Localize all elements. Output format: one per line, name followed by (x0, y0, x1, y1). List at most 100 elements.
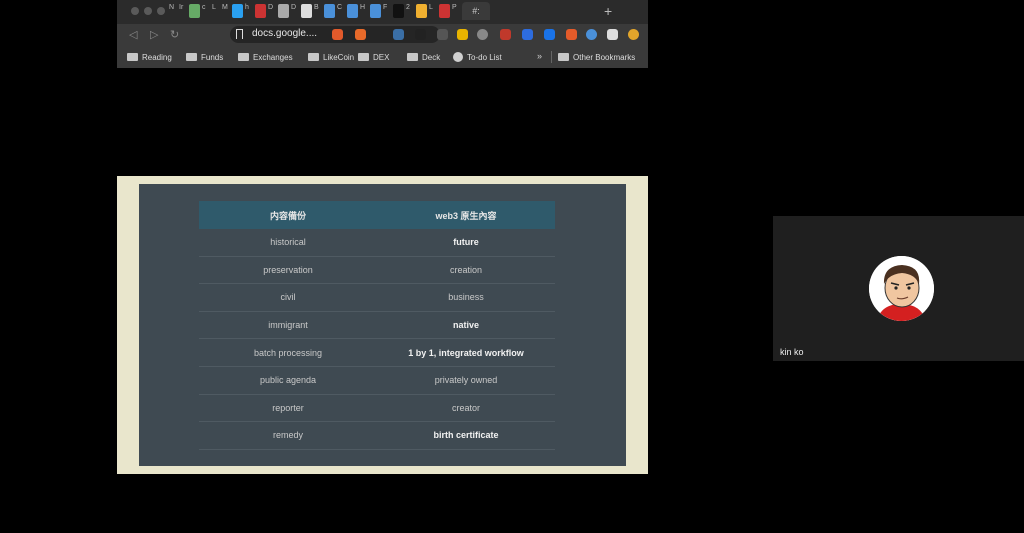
browser-tab[interactable] (416, 4, 427, 18)
browser-tab[interactable]: C (337, 4, 345, 18)
cell-backup: batch processing (253, 347, 323, 358)
bookmark-deck[interactable]: Deck (407, 51, 440, 63)
close-window-button[interactable] (131, 7, 139, 15)
browser-tab[interactable]: B (314, 4, 322, 18)
browser-tab[interactable]: F (383, 4, 391, 18)
browser-tab[interactable]: M (222, 4, 230, 18)
cartoon-face-icon (869, 256, 934, 321)
cell-backup: reporter (272, 402, 304, 413)
extension-icon[interactable] (500, 29, 511, 40)
browser-tab[interactable] (370, 4, 381, 18)
profile-icon[interactable] (628, 29, 639, 40)
folder-icon (127, 53, 138, 61)
extension-icon[interactable] (544, 29, 555, 40)
browser-tab[interactable]: H (360, 4, 368, 18)
table-row: public agenda privately owned (199, 367, 555, 395)
browser-tab[interactable]: P (452, 4, 460, 18)
bookmark-label: Funds (201, 52, 224, 62)
browser-tab[interactable] (393, 4, 404, 18)
cell-web3-native: native (452, 320, 479, 331)
browser-tab[interactable]: L (212, 4, 220, 18)
browser-tab[interactable]: c (202, 4, 210, 18)
browser-toolbar: ◁ ▷ ↻ docs.google.... (117, 24, 648, 45)
cell-backup: historical (270, 237, 306, 248)
cell-web3-native: creation (449, 264, 483, 275)
participant-name: kin ko (780, 347, 804, 357)
extension-icon[interactable] (457, 29, 468, 40)
browser-tab[interactable] (189, 4, 200, 18)
back-icon[interactable]: ◁ (129, 28, 137, 41)
bookmark-label: Exchanges (253, 52, 293, 62)
bookmark-exchanges[interactable]: Exchanges (238, 51, 293, 63)
cell-web3-native: creator (451, 402, 480, 413)
browser-tab[interactable]: 2 (406, 4, 414, 18)
extension-icon[interactable] (437, 29, 448, 40)
browser-tab[interactable] (347, 4, 358, 18)
cell-web3-native: future (453, 237, 479, 248)
extension-icon[interactable] (566, 29, 577, 40)
maximize-window-button[interactable] (157, 7, 165, 15)
minimize-window-button[interactable] (144, 7, 152, 15)
extension-icon[interactable] (586, 29, 597, 40)
other-bookmarks-button[interactable]: Other Bookmarks (558, 51, 635, 63)
header-web3-native-content: web3 原生內容 (435, 210, 497, 221)
cell-web3-native: privately owned (434, 375, 498, 386)
tab-strip: N Ir c L Mh D D B C H F 2 L P #: + (117, 0, 648, 24)
browser-tab[interactable] (301, 4, 312, 18)
bookmark-likecoin[interactable]: LikeCoin (308, 51, 354, 63)
extension-icon[interactable] (477, 29, 488, 40)
browser-window: N Ir c L Mh D D B C H F 2 L P #: + ◁ ▷ ↻ docs.google..… (117, 0, 648, 68)
browser-tab[interactable] (278, 4, 289, 18)
browser-tab[interactable]: L (429, 4, 437, 18)
folder-icon (308, 53, 319, 61)
table-row: immigrant native (199, 312, 555, 340)
browser-tab[interactable] (324, 4, 335, 18)
bookmark-label: LikeCoin (323, 52, 355, 62)
brave-rewards-icon[interactable] (355, 29, 366, 40)
table-header: 内容備份 web3 原生內容 (199, 201, 555, 229)
bookmark-dex[interactable]: DEX (358, 51, 389, 63)
participant-tile[interactable]: kin ko (773, 216, 1024, 361)
brave-shield-icon[interactable] (332, 29, 343, 40)
other-bookmarks-label: Other Bookmarks (573, 52, 636, 62)
shared-screen: N Ir c L Mh D D B C H F 2 L P #: + ◁ ▷ ↻ docs.google..… (117, 0, 648, 533)
forward-icon[interactable]: ▷ (150, 28, 158, 41)
folder-icon (558, 53, 569, 61)
bookmark-funds[interactable]: Funds (186, 51, 223, 63)
bookmarks-overflow-button[interactable]: » (537, 51, 542, 61)
cell-web3-native: business (448, 292, 484, 303)
bookmark-label: Reading (142, 52, 172, 62)
browser-tab[interactable] (439, 4, 450, 18)
bookmark-reading[interactable]: Reading (127, 51, 172, 63)
tab-list: N Ir c L Mh D D B C H F 2 L P #: (169, 2, 490, 20)
header-backup-content: 内容備份 (269, 210, 306, 221)
browser-tab[interactable]: #: (462, 2, 490, 20)
puzzle-icon[interactable] (607, 29, 618, 40)
folder-icon (407, 53, 418, 61)
folder-icon (186, 53, 197, 61)
avatar (869, 256, 934, 321)
browser-tab[interactable] (232, 4, 243, 18)
bookmark-to-do-list[interactable]: To-do List (453, 51, 502, 63)
url-text: docs.google.... (252, 28, 318, 39)
bookmark-label: DEX (373, 52, 390, 62)
cell-backup: immigrant (268, 320, 308, 331)
folder-icon (358, 53, 369, 61)
folder-icon (238, 53, 249, 61)
cell-web3-native: birth certificate (433, 430, 499, 441)
browser-tab[interactable]: N (169, 4, 177, 18)
bookmark-icon[interactable] (236, 29, 243, 39)
browser-tab[interactable] (255, 4, 266, 18)
bookmarks-bar: » Other Bookmarks Reading Funds Exchanges L… (117, 45, 648, 68)
reload-icon[interactable]: ↻ (170, 28, 179, 41)
new-tab-button[interactable]: + (604, 3, 612, 19)
browser-tab[interactable]: D (291, 4, 299, 18)
cell-backup: public agenda (259, 375, 317, 386)
extension-icon[interactable] (415, 29, 426, 40)
extension-icon[interactable] (522, 29, 533, 40)
table-row: batch processing 1 by 1, integrated workf… (199, 339, 555, 367)
browser-tab[interactable]: D (268, 4, 276, 18)
extension-k-icon[interactable] (393, 29, 404, 40)
browser-tab[interactable]: Ir (179, 4, 187, 18)
browser-tab[interactable]: h (245, 4, 253, 18)
